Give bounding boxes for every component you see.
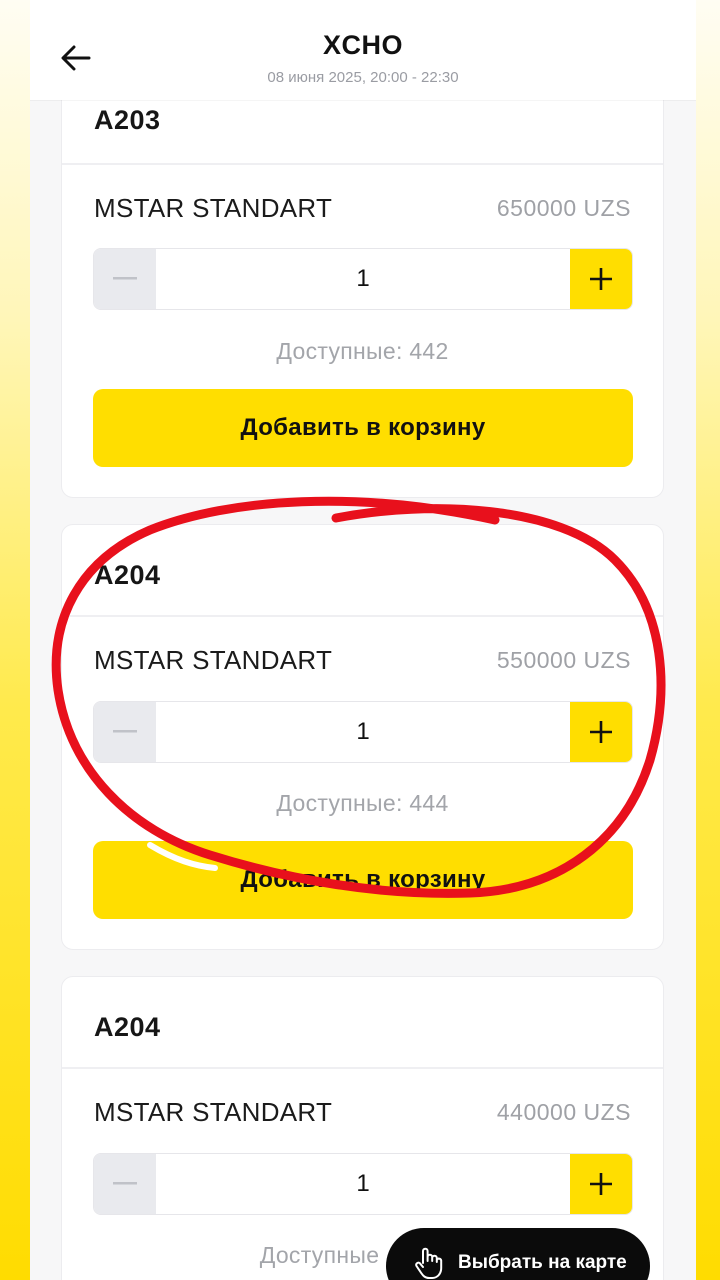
sector-code: A204	[94, 560, 161, 590]
divider	[62, 1067, 663, 1069]
available-count: Доступные: 444	[276, 790, 449, 816]
minus-icon	[113, 277, 137, 280]
quantity-value[interactable]: 1	[156, 702, 570, 762]
header: XCHO 08 июня 2025, 20:00 - 22:30	[30, 0, 696, 100]
product-price: 550000 UZS	[496, 647, 631, 673]
increase-button[interactable]	[570, 249, 632, 309]
increase-button[interactable]	[570, 702, 632, 762]
increase-button[interactable]	[570, 1154, 632, 1214]
available-count: Доступные: 442	[276, 338, 449, 364]
sector-code: A204	[94, 1012, 161, 1042]
plus-icon	[590, 1173, 612, 1195]
quantity-stepper: 1	[93, 248, 633, 310]
decrease-button[interactable]	[94, 249, 156, 309]
quantity-value[interactable]: 1	[156, 1154, 570, 1214]
decrease-button[interactable]	[94, 1154, 156, 1214]
add-to-cart-button[interactable]: Добавить в корзину	[93, 389, 633, 467]
divider	[62, 615, 663, 617]
plus-icon	[590, 721, 612, 743]
product-name: MSTAR STANDART	[94, 1097, 333, 1127]
ticket-card: A203 MSTAR STANDART 650000 UZS 1 Доступн…	[61, 40, 664, 498]
decrease-button[interactable]	[94, 702, 156, 762]
sector-code: A203	[94, 105, 161, 135]
choose-on-map-label: Выбрать на карте	[458, 1252, 627, 1273]
product-name: MSTAR STANDART	[94, 193, 333, 223]
quantity-stepper: 1	[93, 701, 633, 763]
quantity-value[interactable]: 1	[156, 249, 570, 309]
event-datetime: 08 июня 2025, 20:00 - 22:30	[267, 69, 459, 86]
divider	[62, 163, 663, 165]
plus-icon	[590, 268, 612, 290]
product-price: 650000 UZS	[496, 195, 631, 221]
add-to-cart-button[interactable]: Добавить в корзину	[93, 841, 633, 919]
minus-icon	[113, 730, 137, 733]
ticket-card: A204 MSTAR STANDART 550000 UZS 1 Доступн…	[61, 524, 664, 950]
product-name: MSTAR STANDART	[94, 645, 333, 675]
minus-icon	[113, 1182, 137, 1185]
hand-pointer-icon	[415, 1247, 443, 1279]
choose-on-map-button[interactable]: Выбрать на карте	[386, 1228, 650, 1280]
quantity-stepper: 1	[93, 1153, 633, 1215]
page-title: XCHO	[322, 30, 403, 60]
product-price: 440000 UZS	[496, 1099, 631, 1125]
